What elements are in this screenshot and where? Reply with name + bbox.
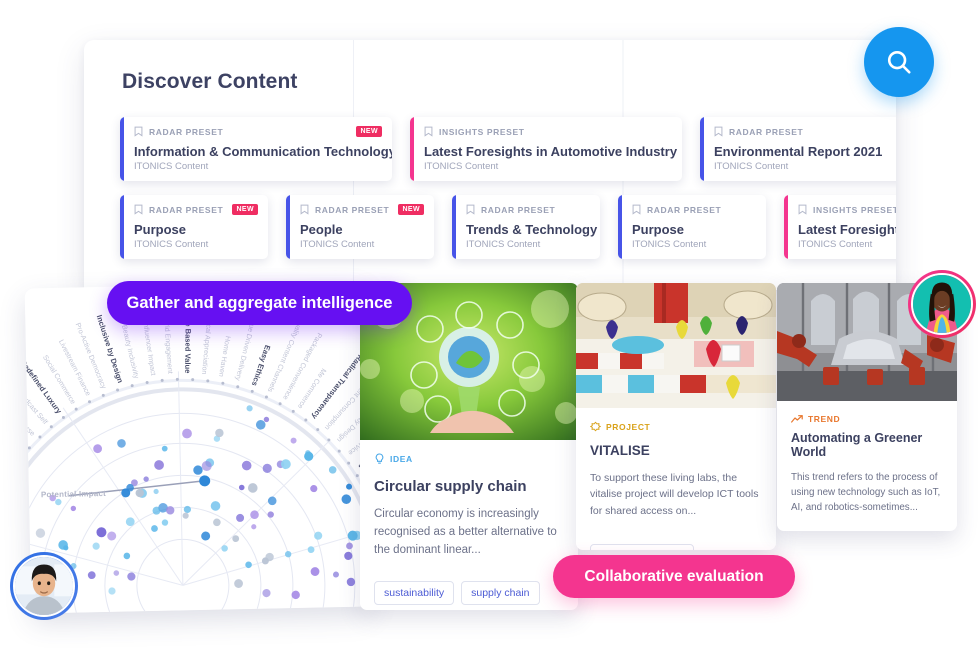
preset-card-subtitle: ITONICS Content	[134, 161, 209, 172]
preset-card-subtitle: ITONICS Content	[798, 239, 873, 250]
bookmark-icon	[424, 126, 433, 137]
content-card-project[interactable]: PROJECT VITALISE To support these living…	[576, 283, 776, 550]
pill-gather-label: Gather and aggregate intelligence	[126, 293, 393, 312]
gear-flower-icon	[590, 421, 601, 432]
card-tag[interactable]: supply chain	[461, 581, 540, 606]
preset-card-kicker-label: RADAR PRESET	[149, 126, 224, 137]
avatar-user-1-image	[911, 273, 973, 335]
preset-card[interactable]: RADAR PRESET NEW Information & Communicati…	[120, 117, 392, 181]
preset-card-subtitle: ITONICS Content	[424, 161, 499, 172]
avatar-user-2-image	[13, 555, 75, 617]
bookmark-icon	[300, 204, 309, 215]
radar-axis-label: Potential Impact	[40, 488, 107, 500]
preset-card-subtitle: ITONICS Content	[714, 161, 789, 172]
trend-card-title: Automating a Greener World	[791, 431, 923, 459]
idea-card-body: IDEA Circular supply chain Circular econ…	[360, 440, 578, 559]
bookmark-icon	[466, 204, 475, 215]
discover-content-panel: Discover Content RADAR PRESET NEW Informat…	[84, 40, 896, 290]
card-tag[interactable]: sustainability	[374, 581, 455, 606]
preset-card-kicker: INSIGHTS PRESET	[424, 126, 670, 137]
project-card-kicker-label: PROJECT	[606, 421, 651, 432]
preset-card-kicker-label: RADAR PRESET	[647, 204, 722, 215]
project-card-image	[576, 283, 776, 408]
preset-card-title: People	[300, 222, 343, 237]
preset-card[interactable]: RADAR PRESET NEW People ITONICS Content	[286, 195, 434, 259]
preset-card-kicker: INSIGHTS PRESET	[798, 204, 896, 215]
bookmark-icon	[714, 126, 723, 137]
trend-card-kicker: TREND	[791, 414, 943, 424]
preset-card[interactable]: INSIGHTS PRESET Latest Foresights in Auto…	[410, 117, 682, 181]
avatar-user-2[interactable]	[10, 552, 78, 620]
content-card-idea[interactable]: IDEA Circular supply chain Circular econ…	[360, 283, 578, 610]
trend-card-kicker-label: TREND	[808, 414, 841, 424]
preset-card-title: Environmental Report 2021	[714, 144, 883, 159]
project-card-description: To support these living labs, the vitali…	[590, 472, 759, 517]
preset-card-kicker-label: RADAR PRESET	[481, 204, 556, 215]
preset-card-kicker-label: RADAR PRESET	[315, 204, 390, 215]
bookmark-icon	[134, 126, 143, 137]
project-card-tags: strategic partnership	[576, 543, 776, 550]
preset-card[interactable]: RADAR PRESET Trends & Technology ITONICS C…	[452, 195, 600, 259]
search-icon	[887, 50, 911, 74]
idea-card-tags: sustainability supply chain	[360, 581, 578, 606]
preset-card-kicker: RADAR PRESET	[632, 204, 754, 215]
preset-card-title: Latest Foresights in Automotive Industry	[424, 144, 678, 159]
lightbulb-icon	[375, 453, 384, 464]
project-card-body: PROJECT VITALISE To support these living…	[576, 408, 776, 519]
idea-card-title: Circular supply chain	[374, 478, 527, 495]
bookmark-icon	[632, 204, 641, 215]
screenshot-stage: Discover Content RADAR PRESET NEW Informat…	[0, 0, 980, 650]
bookmark-icon	[134, 204, 143, 215]
new-badge: NEW	[356, 126, 382, 137]
preset-card-kicker-label: INSIGHTS PRESET	[439, 126, 525, 137]
pill-collaborative-evaluation[interactable]: Collaborative evaluation	[553, 555, 795, 598]
idea-card-kicker: IDEA	[374, 453, 564, 465]
preset-card-kicker-label: INSIGHTS PRESET	[813, 204, 896, 215]
project-card-kicker: PROJECT	[590, 421, 762, 432]
preset-card-title: Purpose	[134, 222, 187, 237]
preset-card[interactable]: RADAR PRESET NEW Purpose ITONICS Content	[120, 195, 268, 259]
preset-card[interactable]: RADAR PRESET Purpose ITONICS Content	[618, 195, 766, 259]
page-title: Discover Content	[122, 70, 298, 93]
preset-card-kicker-label: RADAR PRESET	[149, 204, 224, 215]
preset-card-kicker: RADAR PRESET	[714, 126, 896, 137]
search-button[interactable]	[864, 27, 934, 97]
preset-card-title: Trends & Technology	[466, 222, 598, 237]
idea-card-kicker-label: IDEA	[390, 454, 413, 464]
preset-card-subtitle: ITONICS Content	[466, 239, 541, 250]
preset-card-kicker-label: RADAR PRESET	[729, 126, 804, 137]
new-badge: NEW	[232, 204, 258, 215]
card-tag[interactable]: strategic partnership	[590, 543, 695, 550]
radar-chart-panel[interactable]: Economy & BusinessDigital CampfiresBehav…	[24, 281, 372, 614]
preset-card-subtitle: ITONICS Content	[300, 239, 375, 250]
trending-up-icon	[791, 415, 803, 423]
project-card-title: VITALISE	[590, 443, 650, 458]
new-badge: NEW	[398, 204, 424, 215]
trend-card-description: This trend refers to the process of usin…	[791, 472, 941, 514]
preset-card-title: Latest Foresights	[798, 222, 896, 237]
preset-card-kicker: RADAR PRESET	[134, 126, 380, 137]
bookmark-icon	[798, 204, 807, 215]
preset-card-kicker: RADAR PRESET	[466, 204, 588, 215]
preset-card-title: Purpose	[632, 222, 685, 237]
radar-chart: Economy & BusinessDigital CampfiresBehav…	[24, 281, 372, 614]
pill-gather-and-aggregate[interactable]: Gather and aggregate intelligence	[107, 281, 412, 325]
pill-collab-label: Collaborative evaluation	[584, 567, 764, 585]
preset-card[interactable]: INSIGHTS PRESET Latest Foresights ITONICS …	[784, 195, 896, 259]
preset-card-subtitle: ITONICS Content	[632, 239, 707, 250]
trend-card-body: TREND Automating a Greener World This tr…	[777, 401, 957, 516]
preset-card[interactable]: RADAR PRESET Environmental Report 2021 ITO…	[700, 117, 896, 181]
avatar-user-1[interactable]	[908, 270, 976, 338]
preset-card-title: Information & Communication Technology	[134, 144, 392, 159]
idea-card-description: Circular economy is increasingly recogni…	[374, 508, 557, 556]
preset-card-subtitle: ITONICS Content	[134, 239, 209, 250]
